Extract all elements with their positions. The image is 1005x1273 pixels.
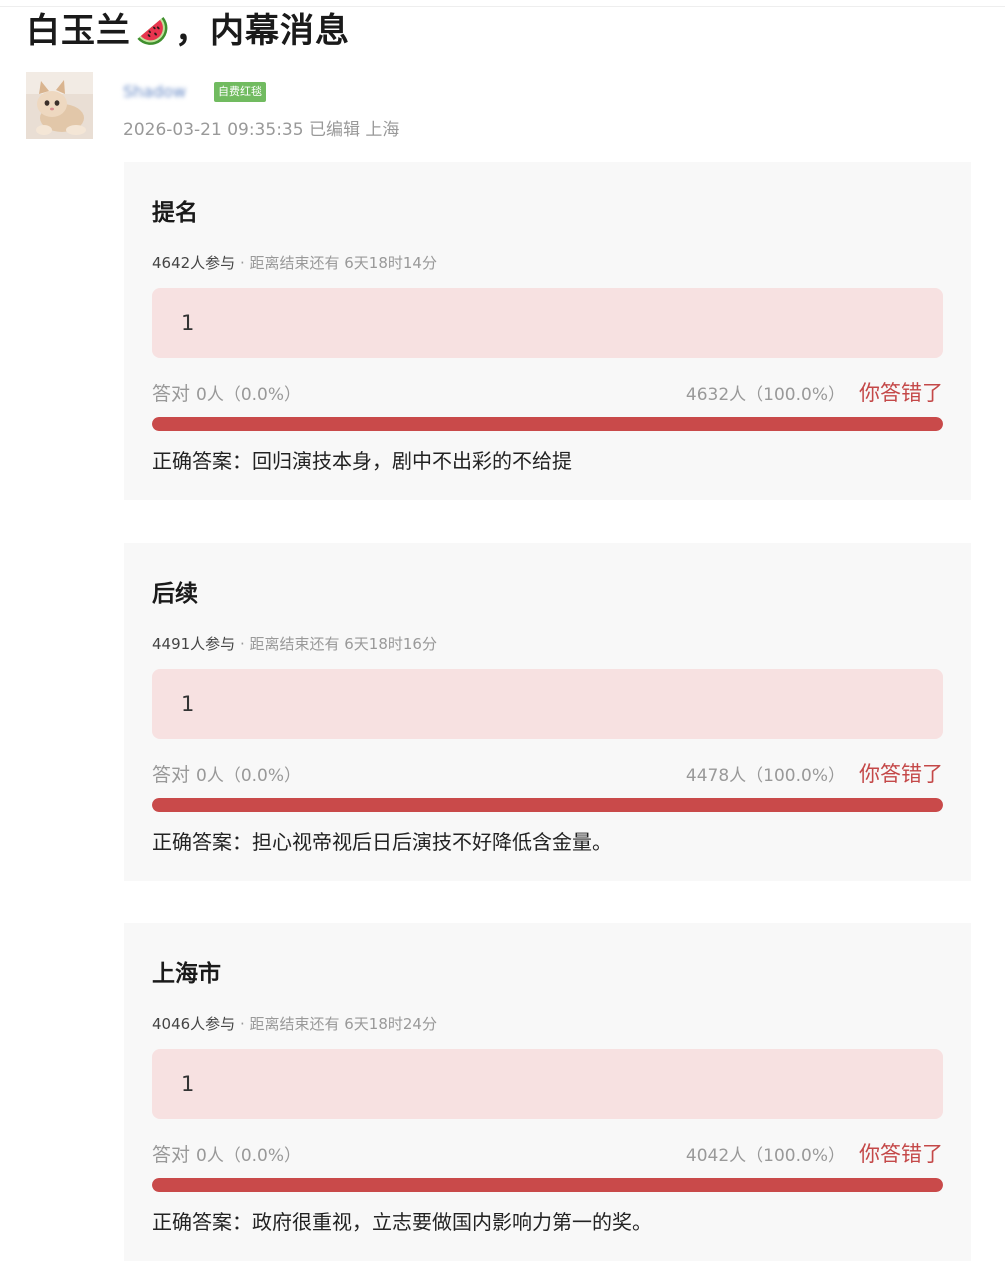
username[interactable]: Shadow [123,82,186,102]
poll-title: 上海市 [152,961,221,987]
correct-label: 答对 [152,383,191,405]
correct-count: 0人（0.0%） [196,385,302,405]
correct-label: 答对 [152,764,191,786]
poll-stats: 4491人参与 · 距离结束还有 6天18时16分 [152,633,437,655]
poll-stats: 4642人参与 · 距离结束还有 6天18时14分 [152,252,437,274]
participant-count: 4046人参与 [152,1015,236,1033]
wrong-count: 4632人（100.0%） [685,385,845,405]
poll-option[interactable]: 1 [152,669,943,739]
correct-answer: 正确答案：担心视帝视后日后演技不好降低含金量。 [152,830,612,854]
correct-count: 0人（0.0%） [196,766,302,786]
poll-option[interactable]: 1 [152,288,943,358]
participant-count: 4491人参与 [152,635,236,653]
post-title: 白玉兰 ，内幕消息 [26,6,350,56]
correct-count: 0人（0.0%） [196,1146,302,1166]
wrong-stat: 4478人（100.0%） 你答错了 [686,760,943,790]
wrong-answer-label: 你答错了 [859,762,943,786]
correct-stat: 答对 0人（0.0%） [152,381,301,408]
poll-title: 提名 [152,200,198,226]
poll-card: 上海市 4046人参与 · 距离结束还有 6天18时24分 1 答对 0人（0.0… [124,923,971,1261]
poll-stats: 4046人参与 · 距离结束还有 6天18时24分 [152,1013,437,1035]
wrong-count: 4042人（100.0%） [685,1146,845,1166]
poll-title: 后续 [152,581,198,607]
wrong-count: 4478人（100.0%） [685,766,845,786]
poll-deadline: · 距离结束还有 6天18时16分 [235,635,437,653]
poll-deadline: · 距离结束还有 6天18时14分 [235,254,437,272]
wrong-stat: 4042人（100.0%） 你答错了 [686,1140,943,1170]
post-meta: 2026-03-21 09:35:35 已编辑 上海 [123,120,400,140]
poll-deadline: · 距离结束还有 6天18时24分 [235,1015,437,1033]
wrong-answer-label: 你答错了 [859,381,943,405]
correct-answer: 正确答案：回归演技本身，剧中不出彩的不给提 [152,449,572,473]
result-progress-fill [152,417,943,431]
avatar[interactable] [26,72,93,139]
correct-label: 答对 [152,1144,191,1166]
poll-card: 后续 4491人参与 · 距离结束还有 6天18时16分 1 答对 0人（0.0%… [124,543,971,881]
poll-card: 提名 4642人参与 · 距离结束还有 6天18时14分 1 答对 0人（0.0%… [124,162,971,500]
result-progress-bar [152,417,943,431]
correct-answer: 正确答案：政府很重视，立志要做国内影响力第一的奖。 [152,1210,652,1234]
watermelon-icon [137,17,168,45]
poll-option[interactable]: 1 [152,1049,943,1119]
wrong-stat: 4632人（100.0%） 你答错了 [686,379,943,409]
post-title-end: ，内幕消息 [175,11,350,51]
post-title-start: 白玉兰 [26,11,131,51]
result-progress-fill [152,1178,943,1192]
result-progress-fill [152,798,943,812]
correct-stat: 答对 0人（0.0%） [152,1142,301,1169]
participant-count: 4642人参与 [152,254,236,272]
result-progress-bar [152,1178,943,1192]
correct-stat: 答对 0人（0.0%） [152,762,301,789]
user-badge: 自费红毯 [214,82,266,102]
result-progress-bar [152,798,943,812]
wrong-answer-label: 你答错了 [859,1142,943,1166]
